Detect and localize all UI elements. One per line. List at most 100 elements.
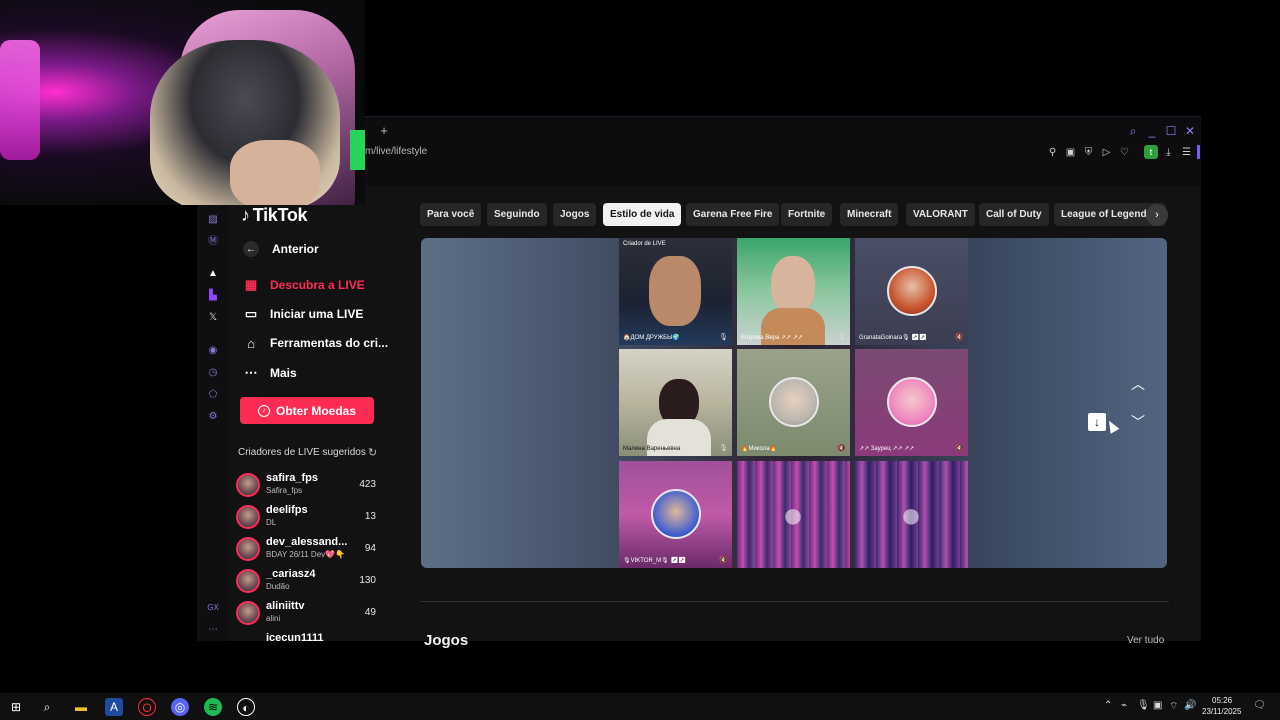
file-explorer-icon[interactable]: ▬	[72, 698, 90, 716]
clock-time[interactable]: 05:26	[1212, 696, 1232, 705]
creator-item[interactable]: safira_fps Safira_fps 423	[236, 471, 381, 499]
nav-creator-tools[interactable]: ⌂ Ferramentas do cri...	[241, 332, 388, 354]
tab-estilo-de-vida[interactable]: Estilo de vida	[603, 203, 682, 226]
tray-volume-icon[interactable]: 🔊	[1184, 700, 1196, 711]
guest-tile-empty[interactable]: ●	[855, 461, 968, 568]
mic-icon: 🎙	[837, 334, 846, 341]
mic-muted-icon: 🔇	[955, 445, 964, 452]
tiktok-note-icon: ♪	[241, 205, 250, 225]
refresh-icon[interactable]: ↻	[368, 446, 377, 459]
maximize-icon[interactable]: ☐	[1164, 124, 1178, 138]
nav-back[interactable]: ← Anterior	[241, 238, 319, 260]
tab-para-voce[interactable]: Para você	[420, 203, 482, 226]
avatar	[236, 473, 260, 497]
nav-discover-live[interactable]: ▦ Descubra a LIVE	[241, 274, 365, 296]
settings-icon[interactable]: ⚙	[205, 409, 221, 425]
new-tab-button[interactable]: +	[377, 124, 391, 138]
section-title: Jogos	[424, 632, 469, 649]
guest-tile[interactable]: ↗↗ Заурец ↗↗ ↗↗ 🔇	[855, 349, 968, 456]
pin-icon[interactable]: ⚲	[1046, 146, 1059, 159]
tab-seguindo[interactable]: Seguindo	[487, 203, 547, 226]
notifications-icon[interactable]: 🗨	[1253, 700, 1266, 711]
tray-network-icon[interactable]: ⌁	[1121, 700, 1127, 711]
neon-light	[0, 40, 40, 160]
guest-tile[interactable]: 🔥Микола🔥 🔇	[737, 349, 850, 456]
back-arrow-icon: ←	[243, 241, 259, 257]
guest-tile[interactable]: Criador de LIVE 🏠ДОМ ДРУЖБЫ🌍 🎙	[619, 238, 732, 345]
discord-icon[interactable]: ◎	[171, 698, 189, 716]
play-icon[interactable]: ▷	[1100, 146, 1113, 159]
twitch-icon[interactable]: ▙	[205, 288, 221, 304]
nav-start-live[interactable]: ▭ Iniciar uma LIVE	[241, 303, 364, 325]
avatar	[651, 489, 701, 539]
guest-tile[interactable]: Малина Вареньевна 🎙	[619, 349, 732, 456]
obs-icon[interactable]: ◐	[237, 698, 255, 716]
get-coins-button[interactable]: ♪ Obter Moedas	[240, 397, 374, 424]
tab-jogos[interactable]: Jogos	[553, 203, 597, 226]
mic-muted-icon: 🔇	[719, 557, 728, 564]
tab-garena-free-fire[interactable]: Garena Free Fire	[686, 203, 780, 226]
tray-mic-icon[interactable]: 🎙	[1137, 700, 1150, 711]
extensions-icon[interactable]: ⬠	[205, 387, 221, 403]
chevron-down-icon[interactable]: ﹀	[1128, 412, 1148, 432]
windows-start-icon[interactable]: ⊞	[7, 698, 25, 716]
heart-icon[interactable]: ♡	[1118, 146, 1131, 159]
messenger-icon[interactable]: Ⓜ	[205, 234, 221, 250]
search-icon[interactable]: ⌕	[1126, 124, 1140, 138]
tray-app-icon[interactable]: ▣	[1153, 700, 1162, 711]
guest-video	[771, 256, 815, 314]
snapshot-icon[interactable]: ▣	[1064, 146, 1077, 159]
download-icon[interactable]: ⤓	[1162, 146, 1175, 159]
search-icon[interactable]: ⌕	[38, 698, 56, 716]
app-a-icon[interactable]: A	[105, 698, 123, 716]
extension-badge[interactable]: t	[1144, 145, 1158, 159]
chevron-right-icon[interactable]: ›	[1146, 204, 1168, 226]
user-placeholder-icon: ●	[900, 494, 922, 535]
player-icon[interactable]: ◉	[205, 343, 221, 359]
see-all-link[interactable]: Ver tudo	[1127, 635, 1164, 646]
aria-icon[interactable]: ▲	[205, 266, 221, 282]
guest-tile-empty[interactable]: ●	[737, 461, 850, 568]
guest-tile[interactable]: 🎙VIKTOR_M🎙 ↗↗ 🔇	[619, 461, 732, 568]
tab-valorant[interactable]: VALORANT	[906, 203, 975, 226]
minimize-icon[interactable]: _	[1145, 124, 1159, 138]
creator-item[interactable]: dev_alessand... BDAY 26/11 Dev💖👇 94	[236, 535, 381, 563]
tab-fortnite[interactable]: Fortnite	[781, 203, 833, 226]
shield-icon[interactable]: ⛨	[1082, 146, 1095, 159]
coin-icon: ♪	[257, 404, 270, 417]
menu-icon[interactable]: ☰	[1180, 146, 1193, 159]
avatar	[236, 537, 260, 561]
chevron-up-icon[interactable]: ︿	[1128, 374, 1148, 394]
user-placeholder-icon: ●	[782, 494, 804, 535]
guest-tile[interactable]: Егорова Вера ↗↗ ↗↗ 🎙	[737, 238, 850, 345]
avatar	[887, 377, 937, 427]
tray-wifi-icon[interactable]: ⌔	[1169, 700, 1178, 713]
mic-muted-icon: 🔇	[955, 334, 964, 341]
address-bar[interactable]: m/live/lifestyle	[365, 146, 427, 157]
creator-item[interactable]: icecun1111	[236, 631, 381, 641]
home-tools-icon: ⌂	[247, 335, 255, 351]
tab-minecraft[interactable]: Minecraft	[840, 203, 899, 226]
tiktok-logo[interactable]: ♪ TikTok	[241, 205, 308, 226]
tray-chevron-icon[interactable]: ⌃	[1104, 700, 1112, 711]
creator-item[interactable]: _cariasz4 Dudão 130	[236, 567, 381, 595]
more-icon[interactable]: ⋯	[205, 622, 221, 638]
windows-taskbar	[0, 693, 1280, 720]
creator-item[interactable]: aliniittv alini 49	[236, 599, 381, 627]
close-icon[interactable]: ✕	[1183, 124, 1197, 138]
gx-icon[interactable]: GX	[205, 600, 221, 616]
mic-icon: 🎙	[719, 445, 728, 452]
guest-tile[interactable]: GranataGolnara🎙 ↗↗ 🔇	[855, 238, 968, 345]
webcam-overlay	[0, 0, 365, 205]
x-icon[interactable]: 𝕏	[205, 310, 221, 326]
download-video-icon[interactable]: ↓	[1088, 413, 1106, 431]
clock-date[interactable]: 23/11/2025	[1202, 707, 1241, 716]
live-tv-icon: ▦	[244, 277, 258, 292]
history-icon[interactable]: ◷	[205, 365, 221, 381]
opera-gx-icon[interactable]: O	[138, 698, 156, 716]
tab-call-of-duty[interactable]: Call of Duty	[979, 203, 1049, 226]
spotify-icon[interactable]: ≋	[204, 698, 222, 716]
creator-item[interactable]: deelifps DL 13	[236, 503, 381, 531]
workspace-icon[interactable]: ▨	[205, 212, 221, 228]
nav-more[interactable]: ⋯ Mais	[241, 362, 297, 384]
